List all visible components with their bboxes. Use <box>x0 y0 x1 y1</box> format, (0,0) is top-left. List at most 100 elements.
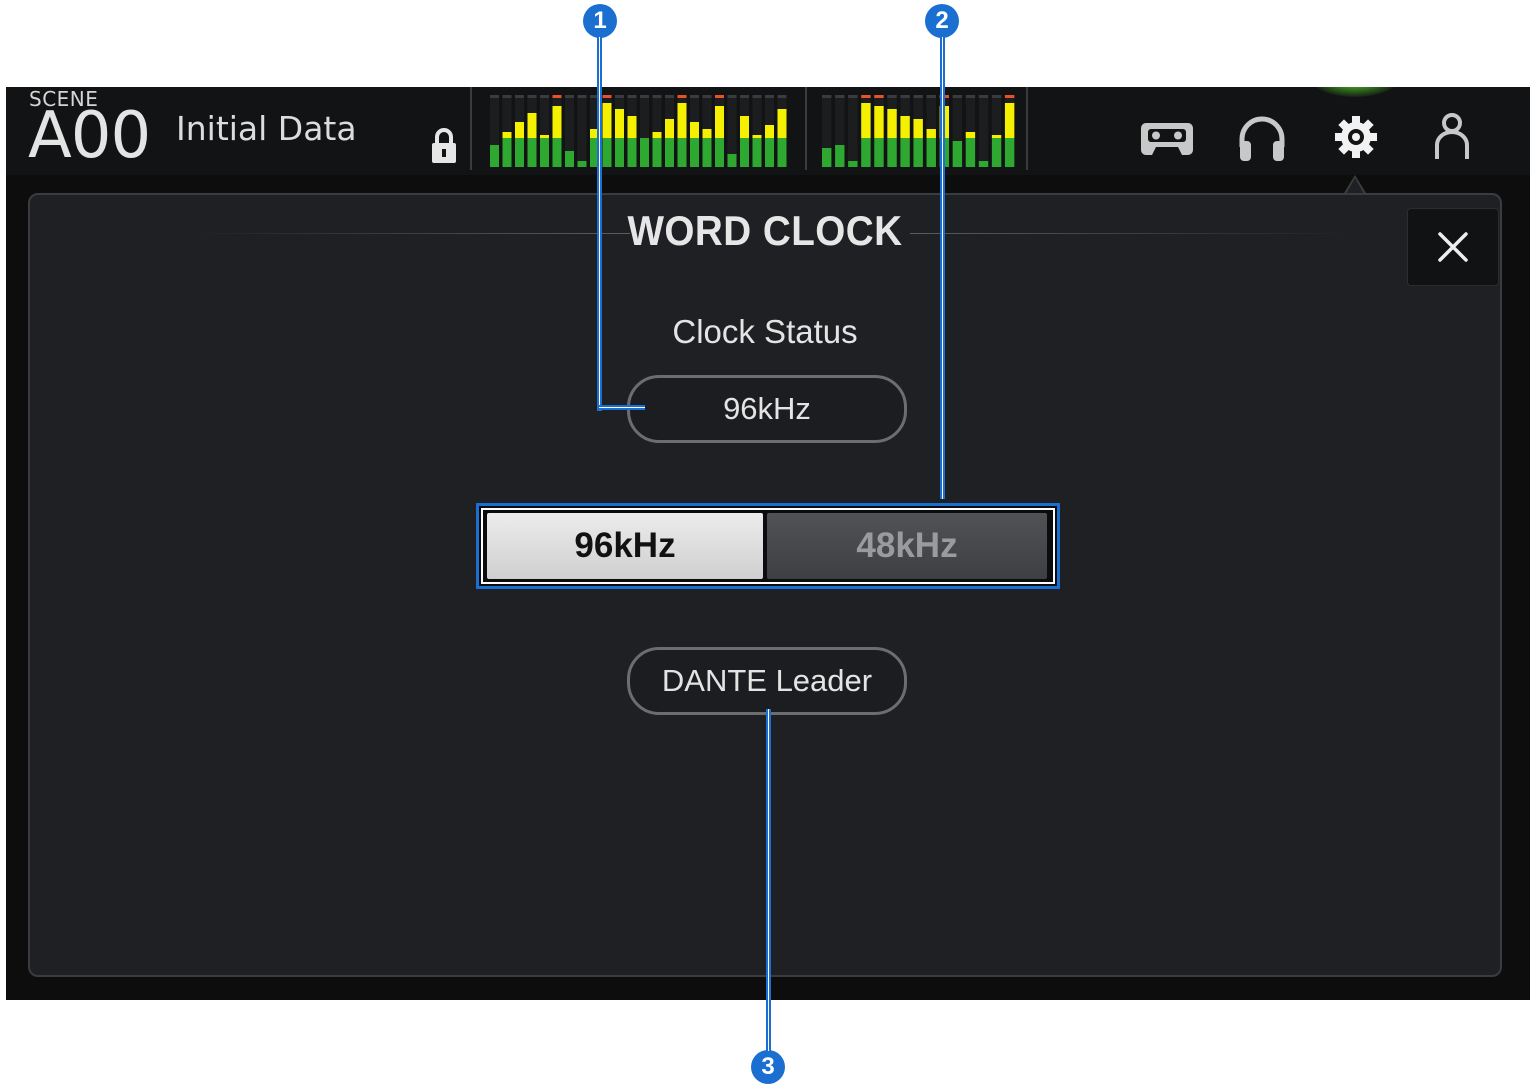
gear-icon[interactable] <box>1326 109 1386 165</box>
meter-track <box>577 95 587 167</box>
meter-peak <box>627 95 637 98</box>
meter-level-high <box>965 132 976 138</box>
meter-peak <box>665 95 674 98</box>
lock-icon[interactable] <box>429 127 459 165</box>
user-icon[interactable] <box>1422 109 1482 165</box>
callout-badge-1: 1 <box>583 4 617 38</box>
meter-level-high <box>991 135 1002 138</box>
clock-status-value: 96kHz <box>627 375 907 443</box>
meter-level-high <box>861 103 871 138</box>
meter-level-low <box>615 138 624 167</box>
meter-peak <box>1004 95 1015 98</box>
meter-level-low <box>540 138 549 167</box>
meter-level-low <box>835 145 845 167</box>
close-button[interactable] <box>1407 208 1499 286</box>
meter-peak <box>740 95 749 98</box>
panel-pointer-inner <box>1346 178 1364 194</box>
divider <box>1026 87 1028 170</box>
meter-level-low <box>887 138 897 167</box>
meter-level-high <box>887 109 897 138</box>
meter-level-low <box>690 138 699 167</box>
meter-peak <box>502 95 512 98</box>
meter-peak <box>490 95 499 98</box>
meter-level-high <box>615 109 624 138</box>
meter-level-high <box>777 109 787 138</box>
meter-level-high <box>1004 103 1015 138</box>
meter-peak <box>861 95 871 98</box>
meter-peak <box>835 95 845 98</box>
meter-level-low <box>602 138 612 167</box>
meter-level-low <box>1004 138 1015 167</box>
headphones-icon[interactable] <box>1232 109 1292 165</box>
meter-level-low <box>715 138 724 167</box>
scene-name[interactable]: Initial Data <box>176 109 357 148</box>
level-meters-group-2[interactable] <box>822 95 1018 167</box>
meter-peak <box>952 95 963 98</box>
meter-level-high <box>874 106 884 138</box>
meter-level-low <box>552 138 562 167</box>
meter-level-low <box>926 138 936 167</box>
meter-level-high <box>602 103 612 138</box>
meter-level-high <box>913 119 923 138</box>
active-indicator-glow <box>1310 87 1400 97</box>
callout-badge-3: 3 <box>751 1050 785 1084</box>
meter-level-low <box>515 138 524 167</box>
callout-line-3-core <box>768 709 769 1051</box>
meter-peak <box>690 95 699 98</box>
meter-peak <box>765 95 774 98</box>
meter-level-low <box>777 138 787 167</box>
meter-level-low <box>490 145 499 167</box>
meter-peak <box>965 95 976 98</box>
meter-peak <box>602 95 612 98</box>
rate-96khz-button[interactable]: 96kHz <box>487 513 763 579</box>
meter-peak <box>752 95 762 98</box>
sample-rate-selector-frame: 96kHz 48kHz <box>481 508 1055 584</box>
meter-level-high <box>765 125 774 138</box>
meter-peak <box>715 95 724 98</box>
meter-peak <box>926 95 936 98</box>
meter-peak <box>552 95 562 98</box>
meter-level-low <box>702 138 712 167</box>
meter-level-high <box>552 106 562 138</box>
meter-peak <box>991 95 1002 98</box>
meter-level-high <box>665 119 674 138</box>
callout-line-1-horizontal-core <box>599 407 645 408</box>
scene-number[interactable]: A00 <box>28 99 151 173</box>
meter-peak <box>615 95 624 98</box>
meter-level-high <box>677 103 687 138</box>
meter-level-low <box>978 161 989 167</box>
meter-level-low <box>640 138 649 167</box>
meter-peak <box>822 95 832 98</box>
meter-level-high <box>515 122 524 138</box>
meter-level-low <box>677 138 687 167</box>
meter-peak <box>900 95 910 98</box>
meter-peak <box>527 95 537 98</box>
meter-level-low <box>952 141 963 167</box>
level-meters-group-1[interactable] <box>490 95 790 167</box>
meter-peak <box>777 95 787 98</box>
meter-level-low <box>502 138 512 167</box>
meter-peak <box>887 95 897 98</box>
meter-level-low <box>577 161 587 167</box>
panel-title: WORD CLOCK <box>627 207 903 254</box>
meter-level-high <box>540 135 549 138</box>
recorder-icon[interactable] <box>1136 109 1196 165</box>
meter-peak <box>913 95 923 98</box>
meter-level-low <box>565 151 574 167</box>
meter-level-low <box>765 138 774 167</box>
meter-level-low <box>991 138 1002 167</box>
clock-status-label: Clock Status <box>672 313 858 350</box>
meter-level-high <box>926 129 936 138</box>
meter-level-high <box>900 116 910 138</box>
rate-48khz-button[interactable]: 48kHz <box>767 513 1047 579</box>
meter-peak <box>565 95 574 98</box>
divider <box>805 87 807 170</box>
meter-peak <box>577 95 587 98</box>
dante-leader-indicator: DANTE Leader <box>627 647 907 715</box>
meter-level-high <box>502 132 512 138</box>
meter-level-high <box>715 106 724 138</box>
meter-level-low <box>861 138 871 167</box>
meter-level-high <box>702 129 712 138</box>
sample-rate-selector[interactable]: 96kHz 48kHz <box>476 503 1060 589</box>
meter-peak <box>727 95 737 98</box>
